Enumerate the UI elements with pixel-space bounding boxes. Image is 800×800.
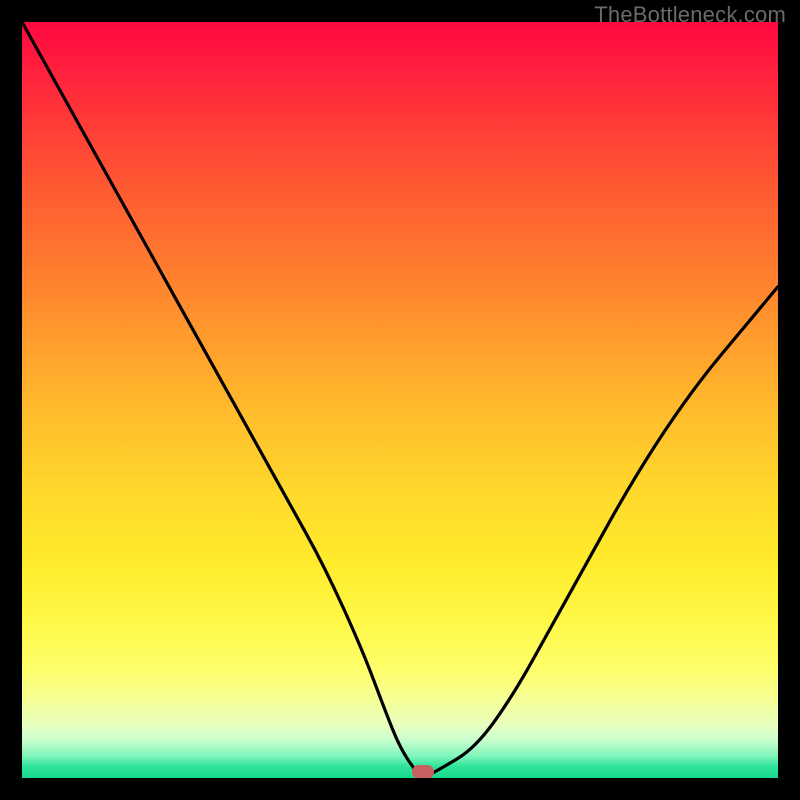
chart-frame: TheBottleneck.com bbox=[0, 0, 800, 800]
bottleneck-curve bbox=[22, 22, 778, 778]
watermark-text: TheBottleneck.com bbox=[594, 2, 786, 28]
plot-area bbox=[22, 22, 778, 778]
optimum-marker bbox=[412, 765, 434, 778]
